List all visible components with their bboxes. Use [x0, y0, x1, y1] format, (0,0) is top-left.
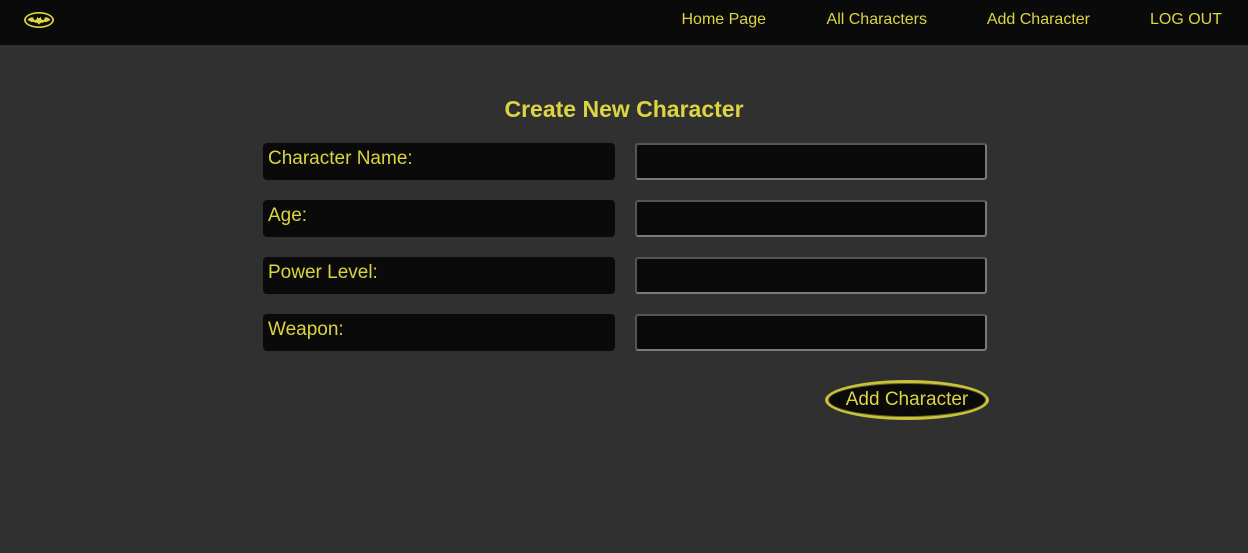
nav-link-all-characters[interactable]: All Characters [827, 11, 927, 29]
character-name-input[interactable] [635, 143, 987, 180]
nav-link-add-character[interactable]: Add Character [987, 11, 1090, 29]
age-label: Age: [263, 200, 615, 237]
top-navbar: Home Page All Characters Add Character L… [0, 0, 1248, 45]
weapon-label: Weapon: [263, 314, 615, 351]
power-level-label: Power Level: [263, 257, 615, 294]
bat-logo-icon[interactable] [23, 11, 55, 29]
weapon-input[interactable] [635, 314, 987, 351]
power-level-input[interactable] [635, 257, 987, 294]
character-name-label: Character Name: [263, 143, 615, 180]
nav-link-home[interactable]: Home Page [682, 11, 767, 29]
age-input[interactable] [635, 200, 987, 237]
page-title: Create New Character [504, 96, 744, 122]
nav-link-logout[interactable]: LOG OUT [1150, 11, 1222, 29]
add-character-button[interactable]: Add Character [825, 380, 989, 420]
